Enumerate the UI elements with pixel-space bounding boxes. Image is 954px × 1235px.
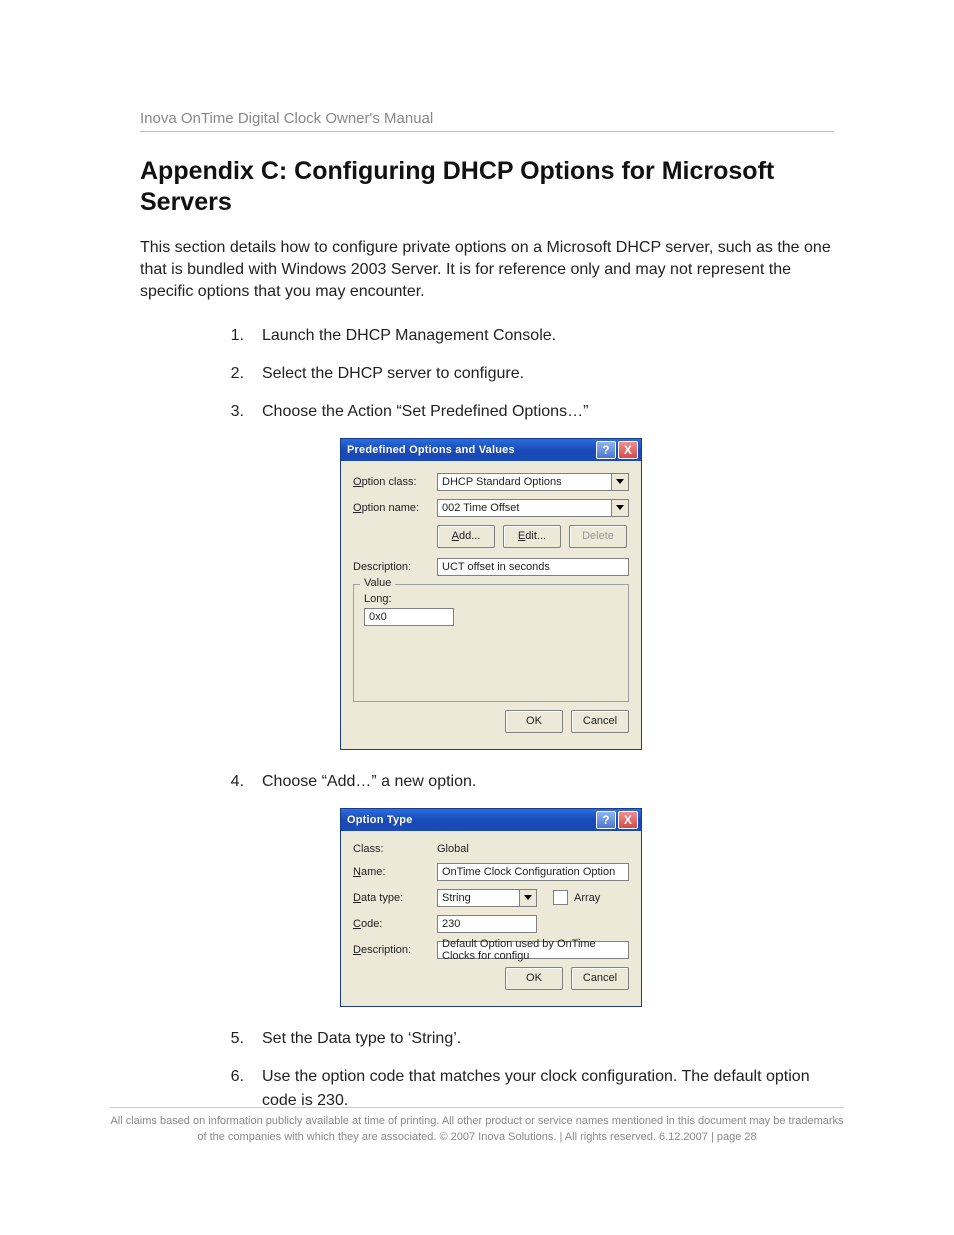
list-item: 4. Choose “Add…” a new option. [140,770,834,794]
close-icon[interactable]: X [618,441,638,459]
step-text: Select the DHCP server to configure. [262,362,834,386]
intro-paragraph: This section details how to configure pr… [140,237,834,304]
step-text: Set the Data type to ‘String’. [262,1027,834,1051]
label-array: Array [574,892,600,904]
list-item: 1. Launch the DHCP Management Console. [140,324,834,348]
page-title: Appendix C: Configuring DHCP Options for… [140,156,834,219]
option-name-select[interactable]: 002 Time Offset [437,499,629,517]
step-number: 6. [140,1065,244,1113]
dialog-predefined-options: Predefined Options and Values ? X Option… [340,438,642,750]
label-data-type: Data type: [353,892,431,904]
dialog-title: Predefined Options and Values [347,444,594,456]
input-value: 230 [442,918,460,930]
step-list: 5. Set the Data type to ‘String’. 6. Use t… [140,1027,834,1113]
step-text: Choose the Action “Set Predefined Option… [262,400,834,424]
label-class: Class: [353,843,431,855]
dialog-screenshot: Predefined Options and Values ? X Option… [340,438,834,750]
value-fieldset: Value Long: 0x0 [353,584,629,702]
help-icon[interactable]: ? [596,441,616,459]
page-header: Inova OnTime Digital Clock Owner's Manua… [140,110,834,127]
ok-button[interactable]: OK [505,967,563,990]
step-number: 3. [140,400,244,424]
label-option-name: Option name: [353,502,431,514]
label-description: Description: [353,561,431,573]
data-type-select[interactable]: String [437,889,537,907]
label-option-class: Option class: [353,476,431,488]
list-item: 5. Set the Data type to ‘String’. [140,1027,834,1051]
step-number: 4. [140,770,244,794]
step-text: Use the option code that matches your cl… [262,1065,834,1113]
label-long: Long: [364,593,618,605]
titlebar: Option Type ? X [341,809,641,831]
chevron-down-icon[interactable] [611,500,628,516]
description-input[interactable]: UCT offset in seconds [437,558,629,576]
array-checkbox[interactable] [553,890,568,905]
step-text: Launch the DHCP Management Console. [262,324,834,348]
step-number: 5. [140,1027,244,1051]
description-input[interactable]: Default Option used by OnTime Clocks for… [437,941,629,959]
list-item: 2. Select the DHCP server to configure. [140,362,834,386]
input-value: Default Option used by OnTime Clocks for… [442,938,624,962]
dialog-body: Option class: DHCP Standard Options Opti… [341,461,641,749]
step-text: Choose “Add…” a new option. [262,770,834,794]
label-code: Code: [353,918,431,930]
edit-button[interactable]: Edit... [503,525,561,548]
list-item: 6. Use the option code that matches your … [140,1065,834,1113]
add-button[interactable]: Add... [437,525,495,548]
fieldset-legend: Value [360,577,395,589]
select-value: String [442,892,471,904]
dialog-title: Option Type [347,814,594,826]
help-icon[interactable]: ? [596,811,616,829]
page-footer: All claims based on information publicly… [0,1107,954,1145]
dialog-body: Class: Global Name: OnTime Clock Configu… [341,831,641,1006]
page: Inova OnTime Digital Clock Owner's Manua… [0,0,954,1235]
titlebar: Predefined Options and Values ? X [341,439,641,461]
code-input[interactable]: 230 [437,915,537,933]
dialog-screenshot: Option Type ? X Class: Global Name: OnTi… [340,808,834,1007]
list-item: 3. Choose the Action “Set Predefined Opti… [140,400,834,424]
select-value: DHCP Standard Options [442,476,562,488]
chevron-down-icon[interactable] [519,890,536,906]
step-number: 1. [140,324,244,348]
long-input[interactable]: 0x0 [364,608,454,626]
step-list: 4. Choose “Add…” a new option. [140,770,834,794]
option-class-select[interactable]: DHCP Standard Options [437,473,629,491]
name-input[interactable]: OnTime Clock Configuration Option [437,863,629,881]
dialog-option-type: Option Type ? X Class: Global Name: OnTi… [340,808,642,1007]
step-list: 1. Launch the DHCP Management Console. 2.… [140,324,834,424]
delete-button: Delete [569,525,627,548]
ok-button[interactable]: OK [505,710,563,733]
input-value: OnTime Clock Configuration Option [442,866,615,878]
input-value: 0x0 [369,611,387,623]
class-value: Global [437,843,469,855]
input-value: UCT offset in seconds [442,561,550,573]
footer-rule [110,1107,844,1108]
chevron-down-icon[interactable] [611,474,628,490]
footer-text: All claims based on information publicly… [110,1115,843,1142]
select-value: 002 Time Offset [442,502,519,514]
label-description: Description: [353,944,431,956]
label-name: Name: [353,866,431,878]
header-rule [140,131,834,132]
close-icon[interactable]: X [618,811,638,829]
step-number: 2. [140,362,244,386]
cancel-button[interactable]: Cancel [571,967,629,990]
cancel-button[interactable]: Cancel [571,710,629,733]
